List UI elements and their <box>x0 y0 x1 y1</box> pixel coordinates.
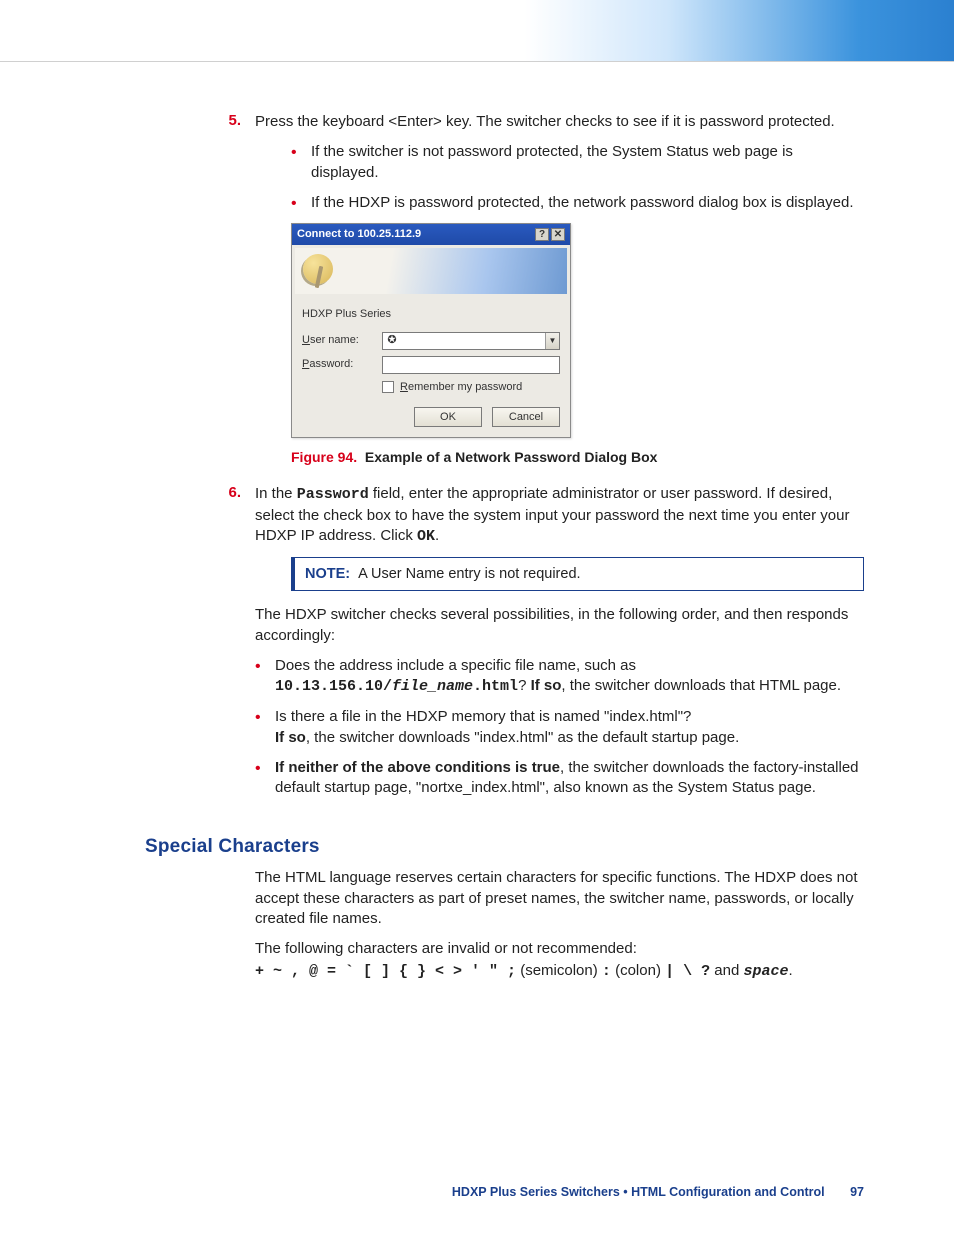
figure-caption: Figure 94. Example of a Network Password… <box>291 448 864 467</box>
page-content: 5. Press the keyboard <Enter> key. The s… <box>0 62 954 1235</box>
page-header-bar <box>0 0 954 62</box>
step6-ok-literal: OK <box>417 528 435 545</box>
username-label-u: U <box>302 334 310 346</box>
step-6-number: 6. <box>145 484 255 808</box>
step-5-text: Press the keyboard <Enter> key. The swit… <box>255 113 835 130</box>
check3-a: If neither of the above conditions is tr… <box>275 759 560 776</box>
step-6: 6. In the Password field, enter the appr… <box>145 484 864 808</box>
footer-page-number: 97 <box>850 1185 864 1199</box>
special-p2: The following characters are invalid or … <box>255 939 864 959</box>
figure-title: Example of a Network Password Dialog Box <box>365 449 658 465</box>
special-characters-heading: Special Characters <box>145 836 864 858</box>
keys-icon <box>295 248 567 294</box>
check1-a: Does the address include a specific file… <box>275 657 636 674</box>
password-label-rest: assword: <box>309 358 353 370</box>
note-text: A User Name entry is not required. <box>358 566 580 582</box>
dialog-series-label: HDXP Plus Series <box>302 307 560 322</box>
check-2: Is there a file in the HDXP memory that … <box>255 707 864 748</box>
check1-ext: .html <box>473 678 518 695</box>
username-row: User name: ✪ ▼ <box>302 332 560 350</box>
chevron-down-icon[interactable]: ▼ <box>545 333 559 349</box>
note-box: NOTE: A User Name entry is not required. <box>291 557 864 591</box>
remember-password-label: Remember my password <box>400 380 522 395</box>
person-icon: ✪ <box>386 333 398 348</box>
step-5-bullet-2: If the HDXP is password protected, the n… <box>291 193 864 213</box>
trailing-dot: . <box>789 962 793 979</box>
special-characters-section: Special Characters The HTML language res… <box>255 836 864 982</box>
step-5-body: Press the keyboard <Enter> key. The swit… <box>255 112 864 478</box>
remember-password-row: Remember my password <box>382 380 560 395</box>
footer-title: HDXP Plus Series Switchers • HTML Config… <box>452 1185 825 1199</box>
check-1: Does the address include a specific file… <box>255 656 864 698</box>
dialog-title-buttons: ? ✕ <box>535 228 565 241</box>
check2-ifso: If so <box>275 729 306 746</box>
username-label-rest: ser name: <box>310 334 359 346</box>
check1-ip: 10.13.156.10/ <box>275 678 392 695</box>
check1-q: ? <box>518 677 531 694</box>
note-label: NOTE: <box>305 566 350 582</box>
remember-u: R <box>400 381 408 393</box>
dialog-titlebar: Connect to 100.25.112.9 ? ✕ <box>292 224 570 245</box>
semi-label: (semicolon) <box>516 962 602 979</box>
username-field[interactable]: ✪ ▼ <box>382 332 560 350</box>
check2-b: , the switcher downloads "index.html" as… <box>306 729 739 746</box>
step-5: 5. Press the keyboard <Enter> key. The s… <box>145 112 864 478</box>
step6-password-literal: Password <box>297 486 369 503</box>
check-3: If neither of the above conditions is tr… <box>255 758 864 799</box>
step-5-number: 5. <box>145 112 255 478</box>
password-dialog: Connect to 100.25.112.9 ? ✕ HDXP Plus Se… <box>291 223 571 438</box>
checks-list: Does the address include a specific file… <box>255 656 864 799</box>
step-5-bullets: If the switcher is not password protecte… <box>291 142 864 213</box>
dialog-title-text: Connect to 100.25.112.9 <box>297 227 421 242</box>
password-field[interactable] <box>382 356 560 374</box>
check1-file: file_name <box>392 678 473 695</box>
check2-a: Is there a file in the HDXP memory that … <box>275 708 691 725</box>
chars-1: + ~ , @ = ` [ ] { } < > ' " ; <box>255 963 516 980</box>
colon-label: (colon) <box>611 962 665 979</box>
cancel-button[interactable]: Cancel <box>492 407 560 427</box>
check1-b: , the switcher downloads that HTML page. <box>561 677 841 694</box>
space-literal: space <box>744 963 789 980</box>
special-chars-line: + ~ , @ = ` [ ] { } < > ' " ; (semicolon… <box>255 961 864 982</box>
figure-number: Figure 94. <box>291 449 357 465</box>
step6-t1: In the <box>255 485 297 502</box>
dialog-buttons: OK Cancel <box>302 407 560 427</box>
remember-password-checkbox[interactable] <box>382 381 394 393</box>
step-6-body: In the Password field, enter the appropr… <box>255 484 864 808</box>
step-5-bullet-1: If the switcher is not password protecte… <box>291 142 864 183</box>
and-label: and <box>710 962 743 979</box>
password-label: Password: <box>302 357 382 372</box>
close-icon[interactable]: ✕ <box>551 228 565 241</box>
help-icon[interactable]: ? <box>535 228 549 241</box>
ok-button[interactable]: OK <box>414 407 482 427</box>
chars-2: | \ ? <box>665 963 710 980</box>
step6-t3: . <box>435 527 439 544</box>
checks-intro: The HDXP switcher checks several possibi… <box>255 605 864 646</box>
password-row: Password: <box>302 356 560 374</box>
page-footer: HDXP Plus Series Switchers • HTML Config… <box>145 1185 864 1199</box>
dialog-body: HDXP Plus Series User name: ✪ ▼ Password… <box>292 297 570 437</box>
check1-ifso: If so <box>531 677 562 694</box>
username-label: User name: <box>302 333 382 348</box>
colon-char: : <box>602 963 611 980</box>
remember-rest: emember my password <box>408 381 522 393</box>
special-p1: The HTML language reserves certain chara… <box>255 868 864 929</box>
